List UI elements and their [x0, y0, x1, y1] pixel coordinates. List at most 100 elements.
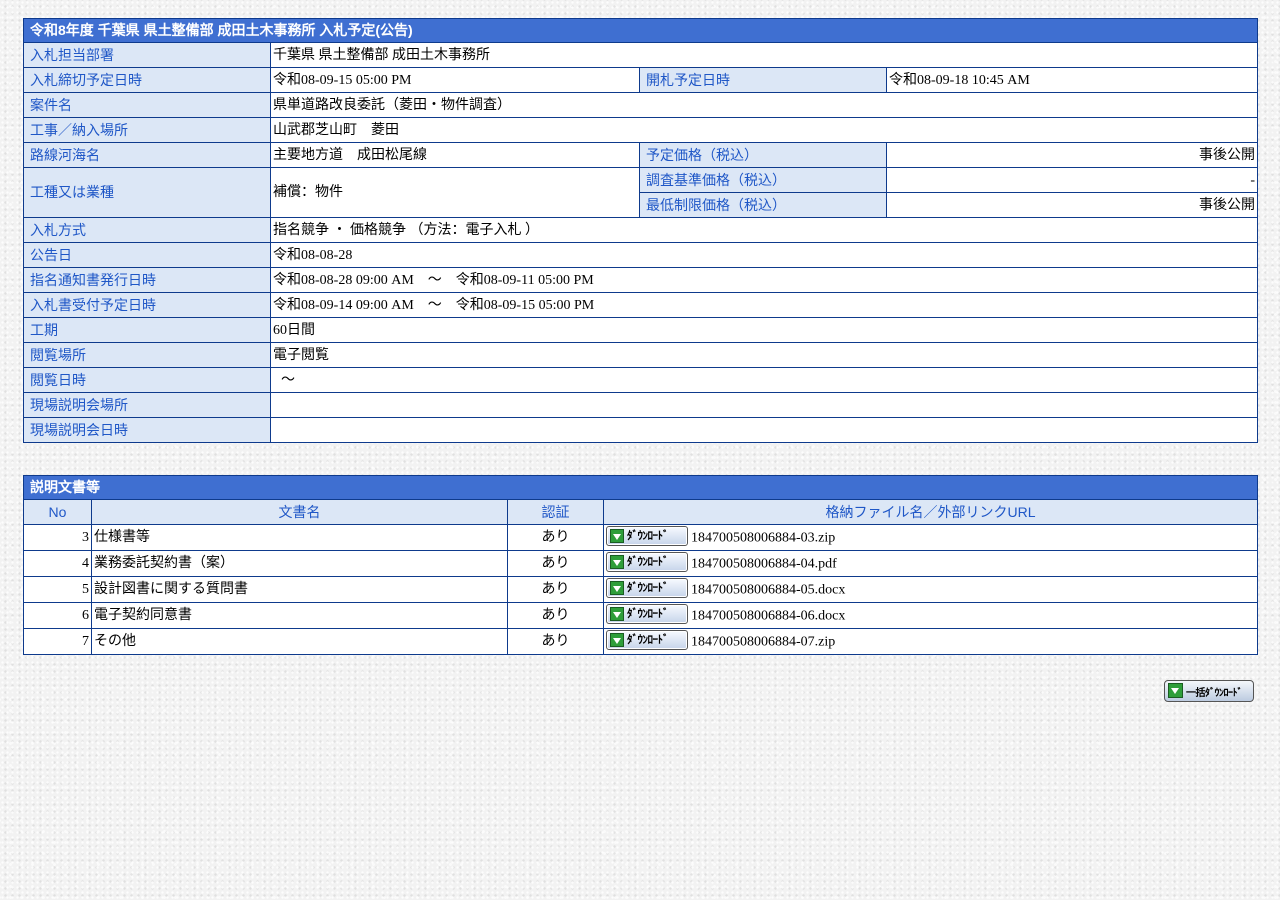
doc-file-name: 184700508006884-04.pdf	[691, 556, 837, 571]
table-row: 5 設計図書に関する質問書 あり ﾀﾞｳﾝﾛｰﾄﾞ 184700508006884…	[23, 576, 1258, 603]
table-row: 4 業務委託契約書（案） あり ﾀﾞｳﾝﾛｰﾄﾞ 184700508006884-…	[23, 550, 1258, 577]
label-location: 工事／納入場所	[23, 117, 271, 143]
row-brief-date: 現場説明会日時	[23, 417, 1259, 443]
doc-auth: あり	[507, 524, 604, 551]
doc-no: 6	[23, 602, 92, 629]
row-dept: 入札担当部署 千葉県 県土整備部 成田土木事務所	[23, 42, 1259, 68]
row-route: 路線河海名 主要地方道 成田松尾線 予定価格（税込） 事後公開	[23, 142, 1259, 168]
download-button-label: ﾀﾞｳﾝﾛｰﾄﾞ	[627, 606, 669, 620]
bid-info-table: 令和8年度 千葉県 県土整備部 成田土木事務所 入札予定(公告) 入札担当部署 …	[22, 18, 1259, 443]
doc-file-cell: ﾀﾞｳﾝﾛｰﾄﾞ 184700508006884-07.zip	[603, 628, 1258, 655]
value-est-price: 事後公開	[885, 142, 1259, 168]
col-header-file: 格納ファイル名／外部リンクURL	[603, 499, 1258, 525]
value-brief-place	[269, 392, 1259, 418]
label-est-price: 予定価格（税込）	[639, 142, 887, 168]
row-receipt: 入札書受付予定日時 令和08-09-14 09:00 AM ～ 令和08-09-…	[23, 292, 1259, 318]
download-button[interactable]: ﾀﾞｳﾝﾛｰﾄﾞ	[606, 577, 688, 598]
documents-table: 説明文書等 No 文書名 認証 格納ファイル名／外部リンクURL 3 仕様書等 …	[23, 475, 1258, 655]
value-opening: 令和08-09-18 10:45 AM	[885, 67, 1259, 93]
doc-name: 仕様書等	[91, 524, 508, 551]
doc-file-cell: ﾀﾞｳﾝﾛｰﾄﾞ 184700508006884-05.docx	[603, 576, 1258, 603]
value-case-name: 県単道路改良委託（菱田・物件調査）	[269, 92, 1259, 118]
label-view-place: 閲覧場所	[23, 342, 271, 368]
bid-info-title: 令和8年度 千葉県 県土整備部 成田土木事務所 入札予定(公告)	[22, 18, 1259, 43]
row-method: 入札方式 指名競争 ・ 価格競争 （方法：電子入札 ）	[23, 217, 1259, 243]
doc-auth: あり	[507, 602, 604, 629]
value-view-place: 電子閲覧	[269, 342, 1259, 368]
doc-auth: あり	[507, 550, 604, 577]
download-button[interactable]: ﾀﾞｳﾝﾛｰﾄﾞ	[606, 603, 688, 624]
row-view-place: 閲覧場所 電子閲覧	[23, 342, 1259, 368]
label-opening: 開札予定日時	[639, 67, 887, 93]
value-survey-price: -	[885, 167, 1259, 193]
documents-title: 説明文書等	[23, 475, 1258, 500]
doc-file-name: 184700508006884-03.zip	[691, 530, 836, 545]
value-period: 60日間	[269, 317, 1259, 343]
col-header-no: No	[23, 499, 92, 525]
label-case-name: 案件名	[23, 92, 271, 118]
download-button-label: ﾀﾞｳﾝﾛｰﾄﾞ	[627, 580, 669, 594]
table-row: 6 電子契約同意書 あり ﾀﾞｳﾝﾛｰﾄﾞ 184700508006884-06.…	[23, 602, 1258, 629]
label-min-price: 最低制限価格（税込）	[639, 192, 887, 218]
table-row: 7 その他 あり ﾀﾞｳﾝﾛｰﾄﾞ 184700508006884-07.zip	[23, 628, 1258, 655]
doc-file-name: 184700508006884-07.zip	[691, 634, 836, 649]
label-view-date: 閲覧日時	[23, 367, 271, 393]
value-receipt: 令和08-09-14 09:00 AM ～ 令和08-09-15 05:00 P…	[269, 292, 1259, 318]
download-arrow-icon	[1168, 683, 1183, 698]
download-button-label: ﾀﾞｳﾝﾛｰﾄﾞ	[627, 528, 669, 542]
row-case-name: 案件名 県単道路改良委託（菱田・物件調査）	[23, 92, 1259, 118]
value-route: 主要地方道 成田松尾線	[270, 142, 640, 168]
value-location: 山武郡芝山町 菱田	[269, 117, 1259, 143]
download-button[interactable]: ﾀﾞｳﾝﾛｰﾄﾞ	[606, 525, 688, 546]
download-button[interactable]: ﾀﾞｳﾝﾛｰﾄﾞ	[606, 551, 688, 572]
bulk-download-button[interactable]: 一括ﾀﾞｳﾝﾛｰﾄﾞ	[1164, 680, 1254, 702]
row-notice-date: 公告日 令和08-08-28	[23, 242, 1259, 268]
row-location: 工事／納入場所 山武郡芝山町 菱田	[23, 117, 1259, 143]
label-deadline: 入札締切予定日時	[23, 67, 271, 93]
row-nomination: 指名通知書発行日時 令和08-08-28 09:00 AM ～ 令和08-09-…	[23, 267, 1259, 293]
doc-no: 5	[23, 576, 92, 603]
value-view-date: ～	[269, 367, 1259, 393]
label-work-type: 工種又は業種	[23, 167, 271, 218]
value-dept: 千葉県 県土整備部 成田土木事務所	[269, 42, 1259, 68]
doc-auth: あり	[507, 576, 604, 603]
label-notice-date: 公告日	[23, 242, 271, 268]
bulk-download-label: 一括ﾀﾞｳﾝﾛｰﾄﾞ	[1186, 688, 1243, 699]
doc-no: 4	[23, 550, 92, 577]
label-brief-place: 現場説明会場所	[23, 392, 271, 418]
table-row: 3 仕様書等 あり ﾀﾞｳﾝﾛｰﾄﾞ 184700508006884-03.zip	[23, 524, 1258, 551]
value-work-type: 補償：物件	[270, 167, 640, 218]
label-nomination: 指名通知書発行日時	[23, 267, 271, 293]
label-route: 路線河海名	[23, 142, 271, 168]
col-header-auth: 認証	[507, 499, 604, 525]
label-brief-date: 現場説明会日時	[23, 417, 271, 443]
value-min-price: 事後公開	[885, 192, 1259, 218]
label-receipt: 入札書受付予定日時	[23, 292, 271, 318]
row-work-type: 工種又は業種 補償：物件 調査基準価格（税込） -	[23, 167, 1259, 218]
doc-no: 7	[23, 628, 92, 655]
doc-file-name: 184700508006884-06.docx	[691, 608, 846, 623]
value-method: 指名競争 ・ 価格競争 （方法：電子入札 ）	[269, 217, 1259, 243]
row-deadline: 入札締切予定日時 令和08-09-15 05:00 PM 開札予定日時 令和08…	[23, 67, 1259, 93]
row-view-date: 閲覧日時 ～	[23, 367, 1259, 393]
doc-file-cell: ﾀﾞｳﾝﾛｰﾄﾞ 184700508006884-06.docx	[603, 602, 1258, 629]
doc-file-cell: ﾀﾞｳﾝﾛｰﾄﾞ 184700508006884-03.zip	[603, 524, 1258, 551]
value-brief-date	[269, 417, 1259, 443]
doc-file-name: 184700508006884-05.docx	[691, 582, 846, 597]
doc-file-cell: ﾀﾞｳﾝﾛｰﾄﾞ 184700508006884-04.pdf	[603, 550, 1258, 577]
doc-auth: あり	[507, 628, 604, 655]
download-arrow-icon	[610, 632, 624, 647]
download-arrow-icon	[610, 580, 624, 595]
download-button[interactable]: ﾀﾞｳﾝﾛｰﾄﾞ	[606, 629, 688, 650]
value-notice-date: 令和08-08-28	[269, 242, 1259, 268]
label-method: 入札方式	[23, 217, 271, 243]
row-brief-place: 現場説明会場所	[23, 392, 1259, 418]
doc-name: 設計図書に関する質問書	[91, 576, 508, 603]
value-nomination: 令和08-08-28 09:00 AM ～ 令和08-09-11 05:00 P…	[269, 267, 1259, 293]
label-survey-price: 調査基準価格（税込）	[639, 167, 887, 193]
doc-name: 業務委託契約書（案）	[91, 550, 508, 577]
col-header-name: 文書名	[91, 499, 508, 525]
label-period: 工期	[23, 317, 271, 343]
value-deadline: 令和08-09-15 05:00 PM	[270, 67, 640, 93]
download-arrow-icon	[610, 554, 624, 569]
